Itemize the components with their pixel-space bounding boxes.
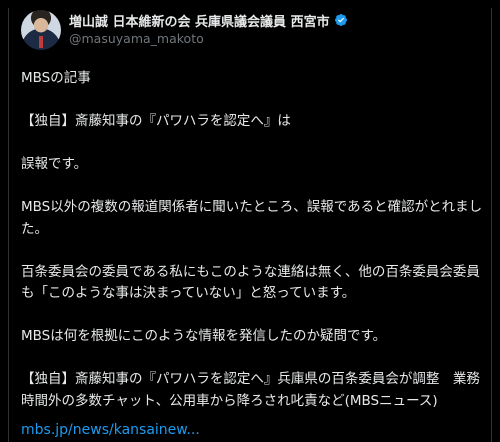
post-card: 増山誠 日本維新の会 兵庫県議会議員 西宮市 @masuyama_makoto … — [8, 8, 492, 442]
avatar-tie-shape — [39, 36, 43, 48]
article-link[interactable]: mbs.jp/news/kansainew... — [21, 422, 200, 438]
author-name-row[interactable]: 増山誠 日本維新の会 兵庫県議会議員 西宮市 — [69, 11, 348, 30]
post-paragraph: 【独自】斎藤知事の『パワハラを認定へ』は — [21, 113, 291, 129]
post-body: MBSの記事 【独自】斎藤知事の『パワハラを認定へ』は 誤報です。 MBS以外の… — [21, 68, 483, 434]
post-paragraph: 誤報です。 — [21, 156, 88, 172]
verified-badge-icon — [334, 14, 347, 26]
post-paragraph: 百条委員会の委員である私にもこのような連絡は無く、他の百条委員会委員も「このよう… — [21, 263, 480, 302]
avatar[interactable] — [21, 10, 61, 50]
post-paragraph: MBS以外の複数の報道関係者に聞いたところ、誤報であると確認がとれました。 — [21, 199, 483, 237]
author-display-name[interactable]: 増山誠 日本維新の会 兵庫県議会議員 西宮市 — [69, 11, 330, 30]
author-handle[interactable]: @masuyama_makoto — [69, 31, 204, 46]
post-paragraph: 【独自】斎藤知事の『パワハラを認定へ』兵庫県の百条委員会が調整 業務時間外の多数… — [21, 371, 480, 409]
post-paragraph: MBSの記事 — [21, 70, 91, 86]
post-paragraph: MBSは何を根拠にこのような情報を発信したのか疑問です。 — [21, 328, 387, 344]
post-header: 増山誠 日本維新の会 兵庫県議会議員 西宮市 @masuyama_makoto — [21, 10, 481, 54]
